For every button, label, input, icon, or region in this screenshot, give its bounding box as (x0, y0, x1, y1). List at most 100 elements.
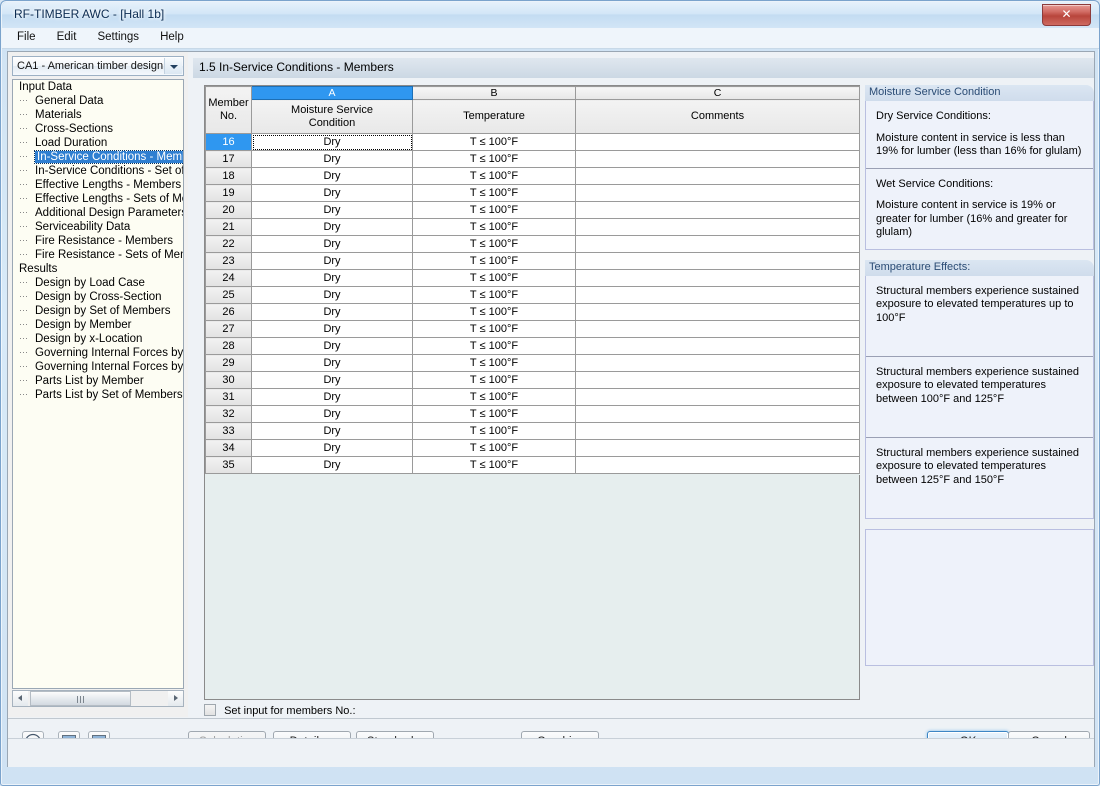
sidebar-item-fire-resistance-members[interactable]: ⋯ Fire Resistance - Members (13, 234, 183, 248)
cell-temperature[interactable]: T ≤ 100°F (412, 388, 576, 406)
cell-moisture[interactable]: Dry (251, 422, 413, 440)
sidebar-item-general-data[interactable]: ⋯ General Data (13, 94, 183, 108)
table-row[interactable]: 24 Dry T ≤ 100°F (205, 269, 860, 287)
cell-comments[interactable] (575, 201, 860, 219)
cell-moisture[interactable]: Dry (251, 133, 413, 151)
table-row[interactable]: 23 Dry T ≤ 100°F (205, 252, 860, 270)
scroll-left-icon[interactable] (13, 691, 28, 706)
cell-comments[interactable] (575, 320, 860, 338)
sidebar-item-effective-lengths-sets-of-members[interactable]: ⋯ Effective Lengths - Sets of Mem (13, 192, 183, 206)
cell-temperature[interactable]: T ≤ 100°F (412, 218, 576, 236)
table-row[interactable]: 35 Dry T ≤ 100°F (205, 456, 860, 474)
row-number[interactable]: 35 (205, 456, 252, 474)
row-number[interactable]: 31 (205, 388, 252, 406)
cell-temperature[interactable]: T ≤ 100°F (412, 286, 576, 304)
cell-temperature[interactable]: T ≤ 100°F (412, 456, 576, 474)
sidebar-item-design-by-set-of-members[interactable]: ⋯ Design by Set of Members (13, 304, 183, 318)
cell-comments[interactable] (575, 388, 860, 406)
row-number[interactable]: 26 (205, 303, 252, 321)
table-row[interactable]: 34 Dry T ≤ 100°F (205, 439, 860, 457)
cell-comments[interactable] (575, 303, 860, 321)
sidebar-item-parts-list-by-set-of-members[interactable]: ⋯ Parts List by Set of Members (13, 388, 183, 402)
cell-moisture[interactable]: Dry (251, 456, 413, 474)
cell-temperature[interactable]: T ≤ 100°F (412, 405, 576, 423)
sidebar-item-fire-resistance-sets-of-members[interactable]: ⋯ Fire Resistance - Sets of Memb (13, 248, 183, 262)
sidebar-item-serviceability-data[interactable]: ⋯ Serviceability Data (13, 220, 183, 234)
table-row[interactable]: 26 Dry T ≤ 100°F (205, 303, 860, 321)
cell-temperature[interactable]: T ≤ 100°F (412, 201, 576, 219)
cell-moisture[interactable]: Dry (251, 303, 413, 321)
cell-comments[interactable] (575, 286, 860, 304)
menu-item-settings[interactable]: Settings (88, 28, 148, 46)
menu-item-edit[interactable]: Edit (48, 28, 86, 46)
navigation-horizontal-scrollbar[interactable] (12, 690, 184, 707)
row-number[interactable]: 25 (205, 286, 252, 304)
cell-moisture[interactable]: Dry (251, 184, 413, 202)
table-row[interactable]: 31 Dry T ≤ 100°F (205, 388, 860, 406)
cell-temperature[interactable]: T ≤ 100°F (412, 150, 576, 168)
sidebar-item-effective-lengths-members[interactable]: ⋯ Effective Lengths - Members (13, 178, 183, 192)
cell-moisture[interactable]: Dry (251, 371, 413, 389)
cell-temperature[interactable]: T ≤ 100°F (412, 269, 576, 287)
table-row[interactable]: 29 Dry T ≤ 100°F (205, 354, 860, 372)
sidebar-item-cross-sections[interactable]: ⋯ Cross-Sections (13, 122, 183, 136)
scrollbar-thumb[interactable] (30, 691, 131, 706)
cell-moisture[interactable]: Dry (251, 235, 413, 253)
cell-comments[interactable] (575, 252, 860, 270)
menu-item-file[interactable]: File (8, 28, 45, 46)
table-row[interactable]: 19 Dry T ≤ 100°F (205, 184, 860, 202)
row-number[interactable]: 32 (205, 405, 252, 423)
table-row[interactable]: 17 Dry T ≤ 100°F (205, 150, 860, 168)
table-row[interactable]: 16 Dry T ≤ 100°F (205, 133, 860, 151)
cell-temperature[interactable]: T ≤ 100°F (412, 235, 576, 253)
row-number[interactable]: 18 (205, 167, 252, 185)
cell-moisture[interactable]: Dry (251, 252, 413, 270)
row-number[interactable]: 30 (205, 371, 252, 389)
cell-comments[interactable] (575, 371, 860, 389)
cell-comments[interactable] (575, 235, 860, 253)
row-number[interactable]: 24 (205, 269, 252, 287)
menu-item-help[interactable]: Help (151, 28, 193, 46)
cell-comments[interactable] (575, 167, 860, 185)
table-row[interactable]: 21 Dry T ≤ 100°F (205, 218, 860, 236)
table-row[interactable]: 22 Dry T ≤ 100°F (205, 235, 860, 253)
column-header-c[interactable]: C (575, 86, 860, 100)
table-row[interactable]: 32 Dry T ≤ 100°F (205, 405, 860, 423)
cell-temperature[interactable]: T ≤ 100°F (412, 354, 576, 372)
cell-temperature[interactable]: T ≤ 100°F (412, 133, 576, 151)
table-empty-area[interactable] (205, 473, 860, 474)
sidebar-item-load-duration[interactable]: ⋯ Load Duration (13, 136, 183, 150)
sidebar-item-additional-design-parameters[interactable]: ⋯ Additional Design Parameters (13, 206, 183, 220)
row-number[interactable]: 19 (205, 184, 252, 202)
cell-moisture[interactable]: Dry (251, 388, 413, 406)
cell-temperature[interactable]: T ≤ 100°F (412, 320, 576, 338)
column-header-a[interactable]: A (251, 86, 413, 100)
cell-temperature[interactable]: T ≤ 100°F (412, 337, 576, 355)
table-row[interactable]: 33 Dry T ≤ 100°F (205, 422, 860, 440)
cell-moisture[interactable]: Dry (251, 269, 413, 287)
row-number[interactable]: 20 (205, 201, 252, 219)
table-row[interactable]: 27 Dry T ≤ 100°F (205, 320, 860, 338)
row-number[interactable]: 29 (205, 354, 252, 372)
cell-temperature[interactable]: T ≤ 100°F (412, 252, 576, 270)
cell-moisture[interactable]: Dry (251, 337, 413, 355)
cell-temperature[interactable]: T ≤ 100°F (412, 439, 576, 457)
cell-moisture[interactable]: Dry (251, 320, 413, 338)
cell-moisture[interactable]: Dry (251, 150, 413, 168)
row-number[interactable]: 22 (205, 235, 252, 253)
sidebar-item-design-by-cross-section[interactable]: ⋯ Design by Cross-Section (13, 290, 183, 304)
navigation-tree[interactable]: Input Data ⋯ General Data ⋯ Materials ⋯ Cro… (12, 79, 184, 689)
row-number[interactable]: 21 (205, 218, 252, 236)
cell-comments[interactable] (575, 405, 860, 423)
sidebar-item-materials[interactable]: ⋯ Materials (13, 108, 183, 122)
cell-comments[interactable] (575, 439, 860, 457)
design-case-combobox[interactable]: CA1 - American timber design (12, 56, 184, 76)
row-number[interactable]: 28 (205, 337, 252, 355)
cell-moisture[interactable]: Dry (251, 439, 413, 457)
cell-moisture[interactable]: Dry (251, 286, 413, 304)
table-row[interactable]: 30 Dry T ≤ 100°F (205, 371, 860, 389)
cell-comments[interactable] (575, 354, 860, 372)
cell-temperature[interactable]: T ≤ 100°F (412, 371, 576, 389)
sidebar-item-design-by-load-case[interactable]: ⋯ Design by Load Case (13, 276, 183, 290)
cell-comments[interactable] (575, 150, 860, 168)
